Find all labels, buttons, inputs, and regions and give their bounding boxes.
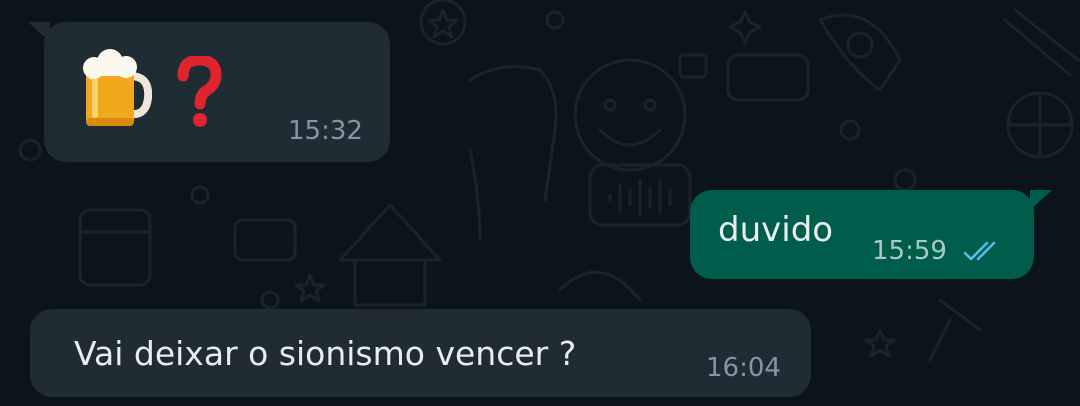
message-text: duvido <box>718 210 834 250</box>
double-check-read-icon <box>963 241 996 261</box>
red-question-mark-icon <box>177 56 222 127</box>
message-bubble-incoming[interactable]: 15:32 <box>28 22 390 162</box>
message-timestamp: 15:32 <box>288 116 363 146</box>
bubble-tail <box>1030 190 1052 210</box>
message-text: Vai deixar o sionismo vencer ? <box>74 334 577 373</box>
beer-mug-icon <box>83 49 152 126</box>
bubble-tail <box>28 22 50 42</box>
message-bubble-incoming[interactable]: Vai deixar o sionismo vencer ? 16:04 <box>30 309 811 397</box>
message-bubble-outgoing[interactable]: duvido 15:59 <box>690 190 1052 279</box>
message-timestamp: 16:04 <box>706 353 781 383</box>
message-timestamp: 15:59 <box>872 236 947 266</box>
